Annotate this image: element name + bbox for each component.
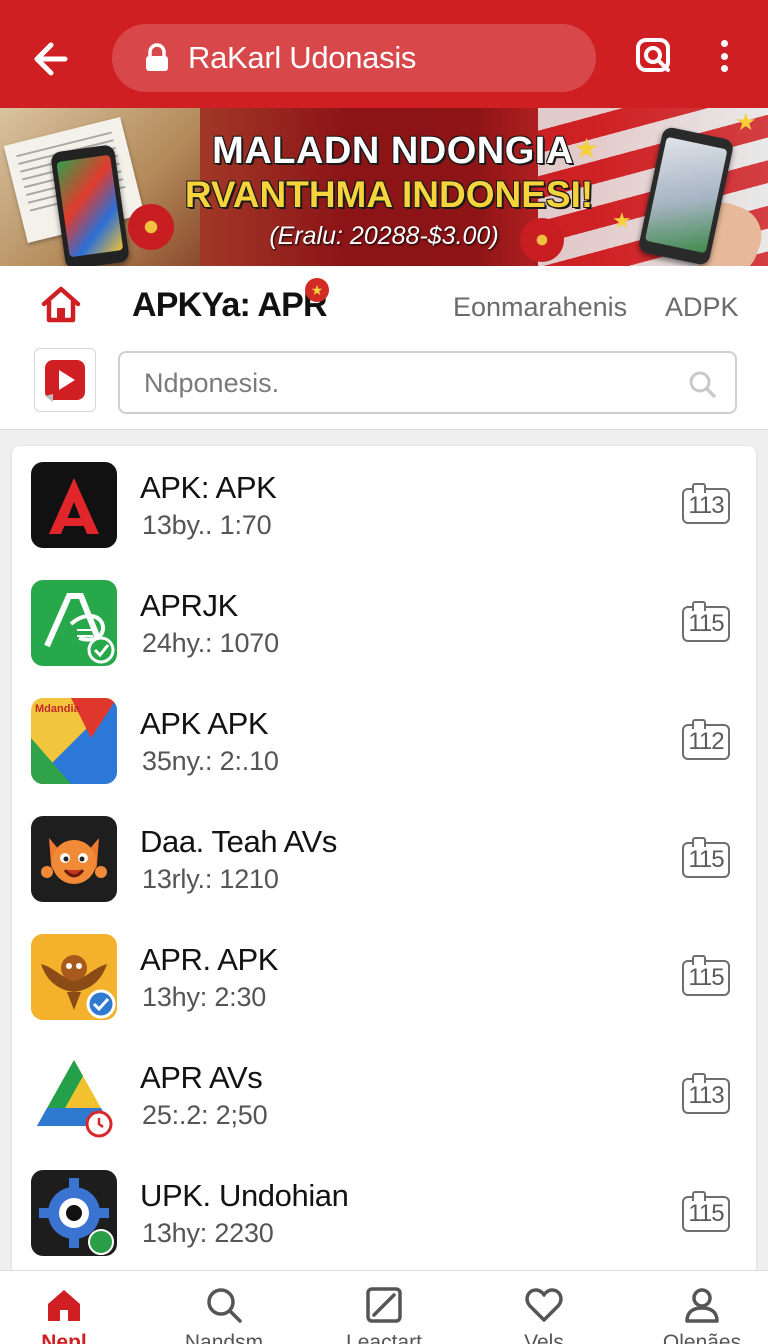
tab-label: Nepl — [41, 1331, 87, 1344]
app-meta: 13by.. 1:70 — [142, 510, 272, 540]
app-name: APR AVs — [140, 1060, 263, 1095]
app-meta: 24hy.: 1070 — [142, 628, 279, 658]
list-item[interactable]: UPK. Undohian 13hy: 2230 115 — [12, 1154, 756, 1272]
nav-link-1[interactable]: Eonmarahenis — [453, 292, 627, 323]
app-name: Daa. Teah AVs — [140, 824, 338, 859]
app-icon-triangle-drive — [31, 1052, 117, 1138]
more-vert-icon[interactable] — [708, 36, 740, 76]
list-item[interactable]: APR AVs 25:.2: 2;50 113 — [12, 1036, 756, 1154]
tab-favorites[interactable]: Vels — [484, 1271, 604, 1344]
profile-icon — [682, 1285, 722, 1325]
address-bar[interactable]: RaKarl Udonasis — [112, 24, 596, 92]
banner-caption: (Eralu: 20288-$3.00) — [269, 222, 499, 250]
app-meta: 13rly.: 1210 — [142, 864, 279, 894]
list-item[interactable]: APRJK 24hy.: 1070 115 — [12, 564, 756, 682]
tab-profile[interactable]: Olenães — [642, 1271, 762, 1344]
tab-edit[interactable]: Leactart — [324, 1271, 444, 1344]
banner-headline: MALADN NDONGIA — [212, 130, 574, 172]
app-icon-fox-mascot — [31, 816, 117, 902]
app-name: APRJK — [140, 588, 238, 623]
search-input[interactable]: Ndponesis. — [118, 351, 737, 414]
tab-label: Nandsm — [184, 1331, 264, 1344]
app-icon-map-colors: Mdandia — [31, 698, 117, 784]
star-badge-icon: ★ — [305, 278, 329, 302]
home-icon[interactable] — [40, 284, 82, 324]
app-icon-green-a — [31, 580, 117, 666]
top-app-bar: RaKarl Udonasis — [0, 0, 768, 108]
app-meta: 13hy: 2230 — [142, 1218, 274, 1248]
address-url: RaKarl Udonasis — [188, 40, 417, 75]
scan-search-icon[interactable] — [634, 36, 674, 76]
promo-banner[interactable]: ★ ★ ★ MALADN NDONGIA RVANTHMA INDONESI! … — [0, 108, 768, 266]
download-count-badge[interactable]: 113 — [682, 483, 730, 524]
search-placeholder: Ndponesis. — [144, 368, 280, 398]
app-name: UPK. Undohian — [140, 1178, 349, 1213]
tab-label: Vels — [524, 1331, 564, 1344]
edit-square-icon — [364, 1285, 404, 1325]
list-item[interactable]: APR. APK 13hy: 2:30 115 — [12, 918, 756, 1036]
tab-label: Leactart — [346, 1331, 422, 1344]
app-meta: 13hy: 2:30 — [142, 982, 267, 1012]
download-count-badge[interactable]: 115 — [682, 837, 730, 878]
app-icon-garuda — [31, 934, 117, 1020]
app-name: APR. APK — [140, 942, 279, 977]
app-name: APK APK — [140, 706, 269, 741]
bottom-navigation: Nepl Nandsm Leactart Vels Olenães — [0, 1270, 768, 1344]
list-item[interactable]: Mdandia APK APK 35ny.: 2:.10 112 — [12, 682, 756, 800]
app-meta: 25:.2: 2;50 — [142, 1100, 268, 1130]
store-brand-title: APKYa: APR — [132, 286, 328, 324]
download-count-badge[interactable]: 115 — [682, 1191, 730, 1232]
download-count-badge[interactable]: 115 — [682, 955, 730, 996]
download-count-badge[interactable]: 113 — [682, 1073, 730, 1114]
list-item[interactable]: Daa. Teah AVs 13rly.: 1210 115 — [12, 800, 756, 918]
svg-text:Mdandia: Mdandia — [35, 703, 80, 715]
banner-subheadline: RVANTHMA INDONESI! — [184, 174, 594, 215]
search-icon[interactable] — [687, 369, 717, 399]
nav-link-2[interactable]: ADPK — [665, 292, 739, 323]
app-list: APK: APK 13by.. 1:70 113 APRJK 24hy.: 10… — [12, 446, 756, 1276]
tab-search[interactable]: Nandsm — [164, 1271, 284, 1344]
back-arrow-icon[interactable] — [26, 36, 72, 82]
app-meta: 35ny.: 2:.10 — [142, 746, 279, 776]
home-icon — [44, 1285, 84, 1325]
download-count-badge[interactable]: 112 — [682, 719, 730, 760]
app-icon-red-a — [31, 462, 117, 548]
lock-icon — [142, 43, 172, 73]
tab-label: Olenães — [662, 1331, 742, 1344]
search-icon — [204, 1285, 244, 1325]
store-logo-icon[interactable] — [34, 348, 96, 412]
list-item[interactable]: APK: APK 13by.. 1:70 113 — [12, 446, 756, 564]
app-icon-gear — [31, 1170, 117, 1256]
heart-icon — [524, 1285, 564, 1325]
download-count-badge[interactable]: 115 — [682, 601, 730, 642]
app-name: APK: APK — [140, 470, 277, 505]
tab-home[interactable]: Nepl — [4, 1271, 124, 1344]
